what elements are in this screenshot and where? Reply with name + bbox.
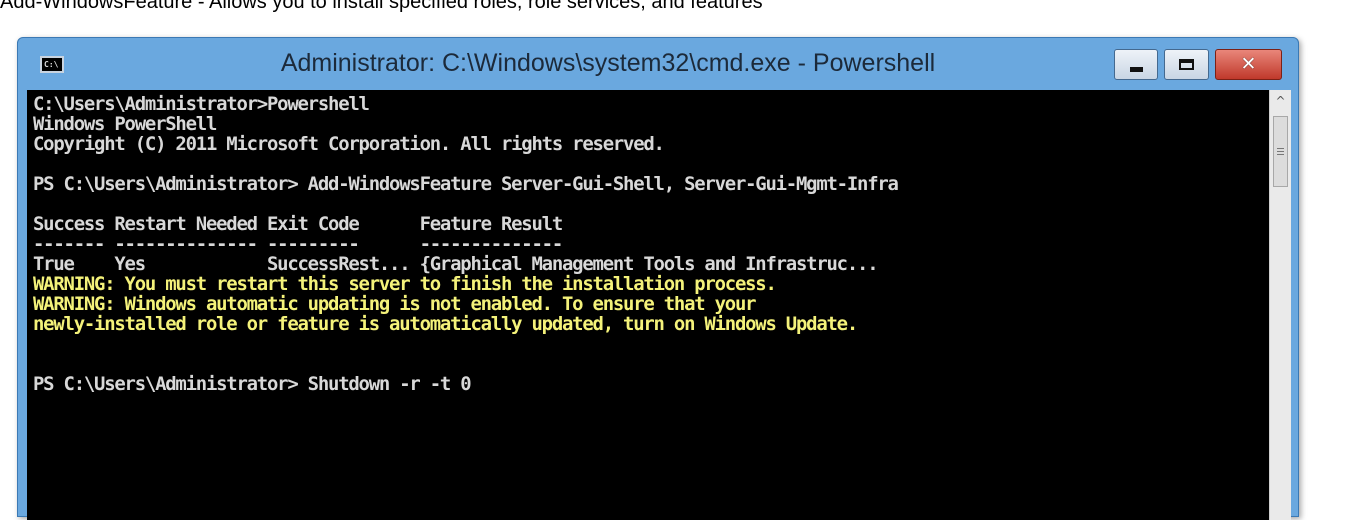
maximize-button[interactable] <box>1164 49 1209 80</box>
window-title: Administrator: C:\Windows\system32\cmd.e… <box>280 49 936 77</box>
scroll-up-arrow-icon[interactable]: ^ <box>1270 93 1291 109</box>
scroll-thumb[interactable] <box>1273 116 1288 187</box>
maximize-icon <box>1179 59 1194 70</box>
cmd-window: C:\ Administrator: C:\Windows\system32\c… <box>17 37 1299 520</box>
console-warning-line: WARNING: Windows automatic updating is n… <box>33 293 756 315</box>
console-line: PS C:\Users\Administrator> Add-WindowsFe… <box>33 173 899 195</box>
grip-icon <box>1277 148 1284 155</box>
console-line: Success Restart Needed Exit Code Feature… <box>33 213 563 235</box>
minimize-icon <box>1129 67 1143 72</box>
console-lines: C:\Users\Administrator>Powershell Windows… <box>33 93 899 395</box>
console-line: ------- -------------- --------- -------… <box>33 233 563 255</box>
console-warning-line: WARNING: You must restart this server to… <box>33 273 777 295</box>
title-bar[interactable]: C:\ Administrator: C:\Windows\system32\c… <box>18 38 1298 90</box>
console-line: C:\Users\Administrator>Powershell <box>33 93 370 115</box>
minimize-button[interactable] <box>1114 49 1158 80</box>
close-button[interactable]: ✕ <box>1215 49 1282 80</box>
close-icon: ✕ <box>1240 53 1257 75</box>
console-line: True Yes SuccessRest... {Graphical Manag… <box>33 253 879 275</box>
console-line: Copyright (C) 2011 Microsoft Corporation… <box>33 133 665 155</box>
page-caption: Add-WindowsFeature - Allows you to insta… <box>0 0 763 13</box>
console-output[interactable]: C:\Users\Administrator>Powershell Windows… <box>27 90 1269 520</box>
vertical-scrollbar[interactable]: ^ <box>1269 90 1291 520</box>
console-line: Windows PowerShell <box>33 113 217 135</box>
console-warning-line: newly-installed role or feature is autom… <box>33 313 858 335</box>
console-line: PS C:\Users\Administrator> Shutdown -r -… <box>33 373 472 395</box>
